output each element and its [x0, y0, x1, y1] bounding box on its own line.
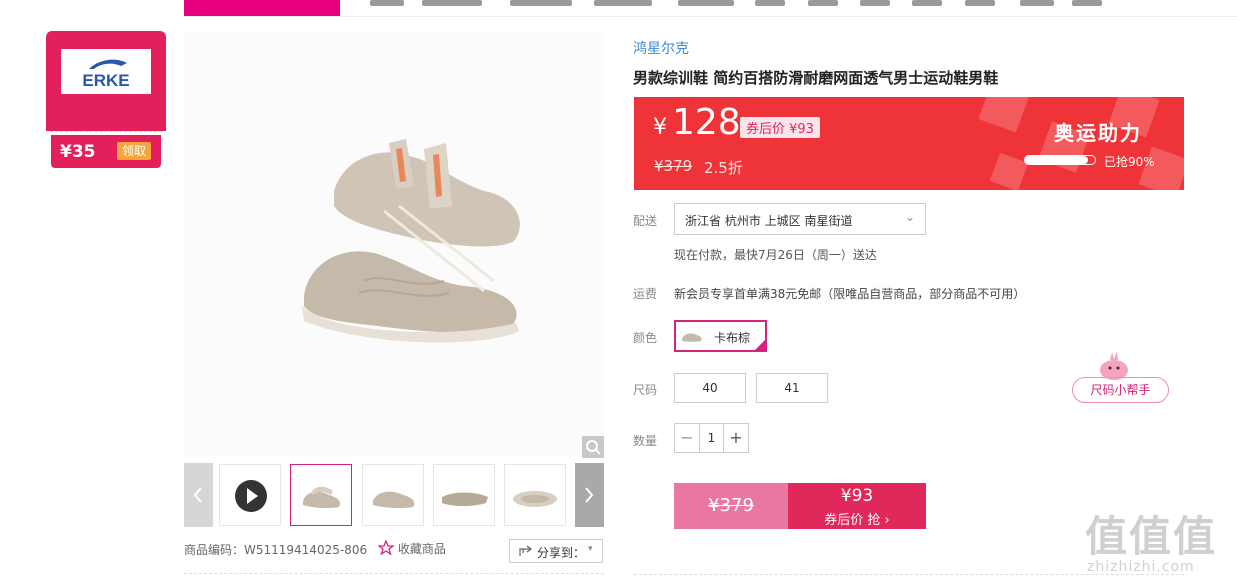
size-option-40[interactable]: 40 [674, 373, 746, 403]
color-swatch-thumb [682, 333, 702, 342]
color-option-selected[interactable]: 卡布棕 [674, 320, 767, 352]
zoom-icon[interactable] [582, 436, 604, 458]
quantity-label: 数量 [633, 434, 658, 448]
size-label: 尺码 [633, 383, 658, 397]
after-coupon-tag: 券后价 ¥93 [740, 117, 820, 138]
brand-logo: ERKE [61, 49, 151, 94]
color-option-label: 卡布棕 [714, 331, 751, 345]
nav-active-tab[interactable] [184, 0, 340, 16]
buy-now-button[interactable]: ¥93 券后价 抢 › [788, 483, 926, 529]
nav-divider [184, 16, 1237, 17]
favorite-label: 收藏商品 [397, 542, 446, 556]
buy-label: 券后价 抢 › [824, 513, 890, 528]
product-code: 商品编码：W51119414025-806 [184, 543, 368, 557]
discount-rate: 2.5折 [704, 159, 743, 177]
thumb-image-2[interactable] [362, 464, 424, 526]
brand-logo-text: ERKE [82, 71, 129, 90]
price-currency: ¥ [653, 115, 667, 140]
mascot-icon [1092, 348, 1136, 380]
shipping-text: 新会员专享首单满38元免邮（限唯品自营商品，部分商品不可用） [674, 287, 1026, 301]
address-select[interactable]: 浙江省 杭州市 上城区 南星街道 ⌄ [674, 203, 926, 235]
thumb-image-4[interactable] [504, 464, 566, 526]
claim-coupon-button[interactable]: 领取 [117, 142, 151, 160]
thumb-image-3[interactable] [433, 464, 495, 526]
delivery-label: 配送 [633, 214, 658, 228]
star-icon [377, 539, 395, 556]
thumb-next-button[interactable] [575, 463, 604, 527]
sold-text: 已抢90% [1104, 155, 1155, 169]
favorite-button[interactable]: 收藏商品 [377, 539, 446, 557]
size-helper-button[interactable]: 尺码小帮手 [1072, 377, 1169, 403]
caret-down-icon: ▾ [588, 544, 593, 554]
quantity-plus-button[interactable]: + [724, 424, 748, 452]
original-price-block: ¥379 [674, 483, 788, 529]
watermark-big: 值值值 [1085, 512, 1218, 561]
color-label: 颜色 [633, 331, 658, 345]
current-price: 128 [672, 102, 741, 143]
price-box: ¥ 128 券后价 ¥93 ¥379 2.5折 奥运助力 已抢90% [634, 97, 1184, 190]
event-title: 奥运助力 [1054, 121, 1142, 145]
main-product-image[interactable] [184, 31, 604, 456]
product-title: 男款综训鞋 简约百搭防滑耐磨网面透气男士运动鞋男鞋 [633, 69, 999, 87]
original-price: ¥379 [654, 157, 693, 175]
quantity-stepper[interactable]: − 1 + [674, 423, 749, 453]
share-dropdown[interactable]: 分享到： ▾ [509, 539, 603, 563]
thumb-video[interactable] [219, 464, 281, 526]
shipping-label: 运费 [633, 287, 658, 301]
delivery-estimate: 现在付款，最快7月26日（周一）送达 [674, 248, 877, 262]
quantity-minus-button[interactable]: − [675, 424, 699, 452]
brand-link[interactable]: 鸿星尔克 [633, 38, 689, 58]
chevron-down-icon: ⌄ [904, 210, 915, 224]
watermark-small: zhizhizhi.com [1087, 559, 1195, 575]
watermark-logo: 值值值 zhizhizhi.com [1085, 503, 1230, 581]
thumb-image-1[interactable] [290, 464, 352, 526]
share-icon [519, 545, 532, 556]
share-label: 分享到： [537, 546, 586, 560]
buy-original-price: ¥379 [708, 495, 754, 516]
thumb-prev-button[interactable] [184, 463, 213, 527]
buy-price: ¥93 [840, 486, 874, 506]
brand-coupon[interactable]: ERKE ¥35 领取 [46, 31, 166, 168]
address-value: 浙江省 杭州市 上城区 南星街道 [685, 214, 853, 228]
quantity-value[interactable]: 1 [699, 424, 724, 452]
coupon-amount: ¥35 [60, 142, 96, 162]
size-option-41[interactable]: 41 [756, 373, 828, 403]
selected-check-icon [753, 338, 767, 352]
sold-progress-bar [1024, 155, 1096, 165]
